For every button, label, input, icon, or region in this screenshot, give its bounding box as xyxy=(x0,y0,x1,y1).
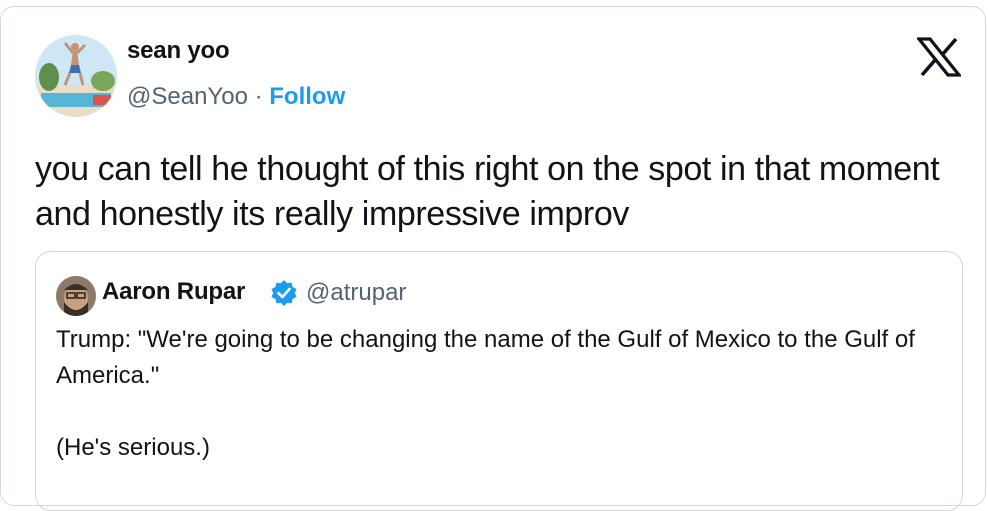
author-avatar[interactable] xyxy=(35,35,117,117)
verified-badge-icon xyxy=(270,279,298,307)
handle-separator: · xyxy=(247,83,270,110)
quoted-tweet-text: Trump: "We're going to be changing the n… xyxy=(56,322,946,466)
quoted-tweet-line: Trump: "We're going to be changing the n… xyxy=(56,326,915,389)
author-handle-line: @SeanYoo · Follow xyxy=(127,83,345,111)
quoted-author-name[interactable]: Aaron Rupar xyxy=(102,278,245,306)
follow-button[interactable]: Follow xyxy=(269,83,345,110)
quoted-tweet-line: (He's serious.) xyxy=(56,434,210,461)
quoted-tweet[interactable]: Aaron Rupar @atrupar Trump: "We're going… xyxy=(35,251,963,511)
tweet-text: you can tell he thought of this right on… xyxy=(35,150,940,233)
x-logo-icon[interactable] xyxy=(915,37,963,77)
tweet-card[interactable]: sean yoo @SeanYoo · Follow you can tell … xyxy=(0,6,986,511)
quoted-author-avatar[interactable] xyxy=(56,276,96,316)
author-handle[interactable]: @SeanYoo xyxy=(127,83,248,110)
quoted-author-handle[interactable]: @atrupar xyxy=(306,279,406,307)
author-name[interactable]: sean yoo xyxy=(127,37,230,65)
